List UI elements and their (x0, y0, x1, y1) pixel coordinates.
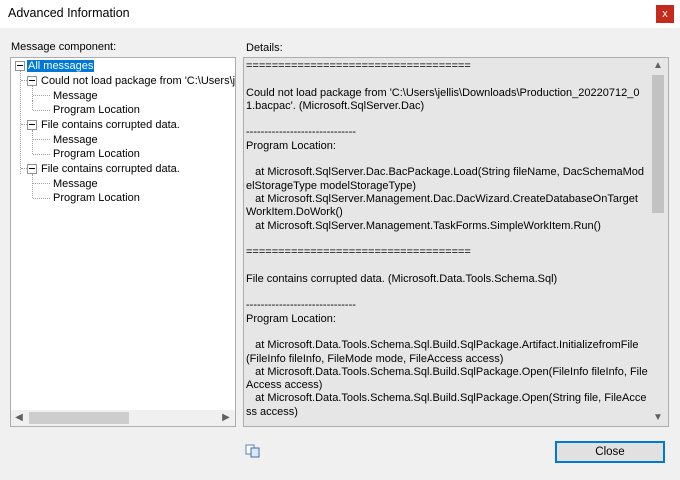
tree-line (20, 71, 21, 174)
details-vertical-scrollbar[interactable]: ▲ ▼ (649, 58, 667, 426)
scroll-left-icon[interactable]: ◀ (11, 410, 27, 426)
close-button[interactable]: Close (555, 441, 665, 463)
details-textbox[interactable]: =================================== Could… (243, 57, 669, 427)
tree-item-program-location[interactable]: Program Location (52, 191, 141, 205)
details-line: Could not load package from 'C:\Users\je… (246, 86, 640, 112)
tree-item-label: Could not load package from 'C:\Users\je… (41, 75, 236, 87)
tree-item-label: Program Location (53, 192, 140, 204)
details-line (246, 259, 648, 272)
tree-item-package-load-error[interactable]: Could not load package from 'C:\Users\je… (40, 74, 236, 88)
details-line: at Microsoft.SqlServer.Management.TaskFo… (246, 219, 601, 232)
tree-item-message[interactable]: Message (52, 89, 99, 103)
tree-line (33, 154, 50, 155)
tree-line (33, 139, 50, 140)
collapse-icon[interactable] (27, 164, 37, 174)
tree-item-all-messages[interactable]: All messages (27, 59, 95, 73)
copy-icon[interactable] (245, 444, 261, 458)
window-close-button[interactable]: x (656, 5, 674, 23)
collapse-icon[interactable] (15, 61, 25, 71)
scroll-up-icon[interactable]: ▲ (649, 58, 667, 74)
message-tree[interactable]: All messages Could not load package from… (10, 57, 236, 427)
tree-item-message[interactable]: Message (52, 133, 99, 147)
details-line (246, 153, 648, 166)
tree-item-label: Program Location (53, 148, 140, 160)
tree-item-label: File contains corrupted data. (41, 163, 180, 175)
tree-item-program-location[interactable]: Program Location (52, 147, 141, 161)
tree-line (32, 130, 33, 154)
details-line: ------------------------------ (246, 299, 356, 312)
scroll-thumb[interactable] (29, 412, 129, 424)
tree-horizontal-scrollbar[interactable]: ◀ ▶ (11, 410, 235, 426)
details-line: at Microsoft.SqlServer.Dac.BacPackage.Lo… (246, 166, 645, 192)
tree-line (32, 86, 33, 101)
details-line (246, 233, 648, 246)
details-line: =================================== (246, 60, 471, 72)
details-line: =================================== (246, 246, 471, 259)
tree-content: All messages Could not load package from… (11, 58, 235, 410)
tree-line (32, 101, 33, 110)
tree-item-label: Message (53, 178, 98, 190)
tree-line (33, 183, 50, 184)
scroll-down-icon[interactable]: ▼ (649, 410, 667, 426)
details-line: File contains corrupted data. (Microsoft… (246, 272, 558, 285)
details-label: Details: (246, 42, 283, 54)
tree-item-corrupted-data-1[interactable]: File contains corrupted data. (40, 118, 181, 132)
details-line (246, 326, 648, 339)
details-line: at Microsoft.SqlServer.Management.Dac.Da… (246, 192, 638, 219)
details-line: Program Location: (246, 312, 336, 325)
details-line: at Microsoft.Data.Tools.Schema.Sql.Build… (246, 339, 639, 365)
details-line: at Microsoft.Data.Tools.Schema.Sql.Build… (246, 365, 648, 392)
details-line: at Microsoft.Data.Tools.Schema.Sql.Build… (246, 392, 647, 418)
tree-item-corrupted-data-2[interactable]: File contains corrupted data. (40, 162, 181, 176)
details-line (246, 73, 648, 86)
tree-line (33, 95, 50, 96)
tree-line (33, 198, 50, 199)
window-title: Advanced Information (8, 6, 130, 20)
collapse-icon[interactable] (27, 120, 37, 130)
tree-line (33, 110, 50, 111)
details-line (246, 113, 648, 126)
collapse-icon[interactable] (27, 76, 37, 86)
details-content: =================================== Could… (246, 60, 648, 424)
tree-item-label: Message (53, 90, 98, 102)
scroll-right-icon[interactable]: ▶ (218, 410, 234, 426)
scroll-thumb[interactable] (652, 75, 664, 213)
details-line (246, 286, 648, 299)
tree-item-label: File contains corrupted data. (41, 119, 180, 131)
message-component-label: Message component: (11, 41, 117, 53)
tree-item-program-location[interactable]: Program Location (52, 103, 141, 117)
tree-line (32, 174, 33, 198)
details-line: Program Location: (246, 139, 336, 152)
tree-item-label: Message (53, 134, 98, 146)
details-line: ------------------------------ (246, 126, 356, 139)
tree-item-message[interactable]: Message (52, 177, 99, 191)
tree-item-label: All messages (27, 60, 95, 72)
tree-item-label: Program Location (53, 104, 140, 116)
title-bar: Advanced Information x (0, 0, 680, 28)
